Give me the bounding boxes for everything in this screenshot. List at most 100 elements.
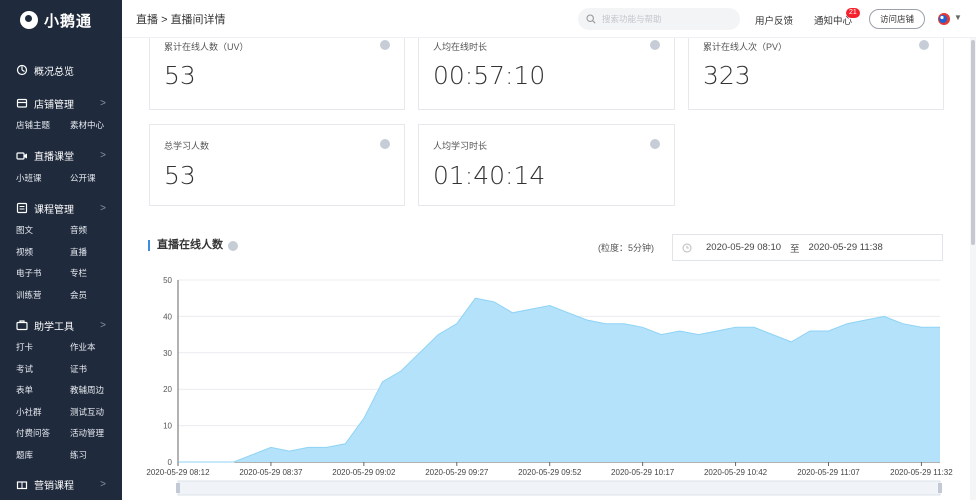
submenu-shop: 店铺主题 素材中心 (0, 115, 122, 137)
info-icon[interactable] (380, 139, 390, 149)
y-tick-label: 50 (163, 276, 172, 285)
search-input[interactable] (602, 14, 722, 24)
gift-icon (16, 478, 28, 490)
x-tick-label: 2020-05-29 09:52 (518, 468, 582, 477)
x-tick-label: 2020-05-29 08:12 (146, 468, 210, 477)
sidebar-item-overview[interactable]: 概况总览 (0, 58, 122, 82)
vertical-scrollbar[interactable] (970, 38, 976, 500)
y-tick-label: 0 (168, 458, 173, 467)
video-icon (16, 150, 28, 162)
chart-title: 直播在线人数 (148, 240, 223, 251)
chevron-right-icon: > (100, 202, 106, 214)
shop-icon (16, 97, 28, 109)
y-tick-label: 20 (163, 385, 172, 394)
submenu-item[interactable]: 会员 (70, 285, 122, 307)
list-icon (16, 202, 28, 214)
x-tick-label: 2020-05-29 09:27 (425, 468, 489, 477)
logo-icon (20, 11, 38, 29)
submenu-item[interactable]: 测试互动 (70, 402, 122, 424)
y-tick-label: 40 (163, 312, 172, 321)
submenu-item[interactable]: 电子书 (16, 263, 70, 285)
date-start[interactable]: 2020-05-29 08:10 (706, 242, 781, 253)
submenu-item[interactable]: 小班课 (16, 168, 70, 190)
submenu-item[interactable]: 活动管理 (70, 423, 122, 445)
chevron-right-icon: > (100, 150, 106, 161)
breadcrumb-root[interactable]: 直播 (136, 14, 158, 26)
search-box[interactable] (578, 8, 740, 30)
avatar[interactable] (937, 12, 951, 26)
submenu-item[interactable]: 直播 (70, 242, 122, 264)
submenu-item[interactable]: 公开课 (70, 168, 122, 190)
submenu-item[interactable]: 打卡 (16, 337, 70, 359)
sidebar: 小鹅通 概况总览 店铺管理 > 店铺主题 素材中心 直播课堂 > 小班课 公开课… (0, 0, 122, 500)
date-separator: 至 (790, 243, 800, 255)
stat-card-avg-online: 人均在线时长 00:57:10 (418, 38, 675, 110)
submenu-item[interactable]: 小社群 (16, 402, 70, 424)
stat-value: 53 (164, 161, 196, 190)
feedback-link[interactable]: 用户反馈 (755, 13, 793, 27)
info-icon[interactable] (650, 40, 660, 50)
online-users-chart: 0 10 20 30 40 50 2020-05-29 08:12 2020-05-29 08… (146, 276, 953, 496)
date-range-picker[interactable]: 2020-05-29 08:10 至 2020-05-29 11:38 (672, 234, 943, 261)
stat-card-uv: 累计在线人数（UV） 53 (149, 38, 405, 110)
submenu-item[interactable]: 音频 (70, 220, 122, 242)
info-icon[interactable] (380, 40, 390, 50)
dashboard-icon (16, 64, 28, 76)
submenu-item[interactable]: 证书 (70, 359, 122, 381)
app-name: 小鹅通 (44, 12, 93, 30)
submenu-item[interactable]: 素材中心 (70, 115, 122, 137)
stat-label: 人均学习时长 (433, 141, 488, 151)
toolbox-icon (16, 319, 28, 331)
stat-value: 00:57:10 (433, 61, 546, 90)
date-end[interactable]: 2020-05-29 11:38 (809, 242, 883, 253)
submenu-course: 图文 音频 视频 直播 电子书 专栏 训练营 会员 (0, 220, 122, 306)
stat-label: 总学习人数 (164, 141, 210, 151)
x-tick-label: 2020-05-29 11:07 (797, 468, 860, 477)
submenu-item[interactable]: 题库 (16, 445, 70, 467)
granularity-label: (粒度：5分钟) (598, 243, 654, 253)
y-tick-label: 10 (163, 422, 172, 431)
stat-card-avg-learning: 人均学习时长 01:40:14 (418, 124, 675, 206)
stat-label: 累计在线人数（UV） (164, 42, 249, 52)
notification-badge: 21 (846, 8, 860, 18)
info-icon[interactable] (919, 40, 929, 50)
x-tick-label: 2020-05-29 11:32 (890, 468, 953, 477)
x-tick-label: 2020-05-29 09:02 (332, 468, 396, 477)
sidebar-item-label: 助学工具 (34, 321, 74, 333)
submenu-item[interactable]: 店铺主题 (16, 115, 70, 137)
chevron-right-icon: > (100, 97, 106, 109)
submenu-item[interactable]: 教辅周边 (70, 380, 122, 402)
sidebar-item-live[interactable]: 直播课堂 > (0, 144, 122, 168)
submenu-item[interactable]: 作业本 (70, 337, 122, 359)
submenu-item[interactable]: 考试 (16, 359, 70, 381)
submenu-item[interactable]: 视频 (16, 242, 70, 264)
chevron-down-icon[interactable]: ▼ (954, 13, 962, 22)
visit-store-button[interactable]: 访问店铺 (869, 9, 925, 29)
submenu-item[interactable]: 专栏 (70, 263, 122, 285)
stat-value: 53 (164, 61, 196, 90)
scrollbar-thumb[interactable] (971, 40, 975, 245)
sidebar-item-course[interactable]: 课程管理 > (0, 196, 122, 220)
sidebar-item-shop[interactable]: 店铺管理 > (0, 91, 122, 115)
submenu-item[interactable]: 表单 (16, 380, 70, 402)
sidebar-item-marketing[interactable]: 营销课程 > (0, 472, 122, 496)
logo[interactable]: 小鹅通 (0, 0, 122, 40)
info-icon[interactable] (228, 241, 238, 251)
stat-value: 01:40:14 (433, 161, 546, 190)
submenu-item[interactable]: 付费问答 (16, 423, 70, 445)
submenu-item[interactable]: 图文 (16, 220, 70, 242)
sidebar-item-label: 店铺管理 (34, 99, 74, 111)
info-icon[interactable] (650, 139, 660, 149)
sidebar-item-label: 营销课程 (34, 480, 74, 492)
submenu-item[interactable]: 训练营 (16, 285, 70, 307)
series-area (178, 298, 940, 462)
submenu-live: 小班课 公开课 (0, 168, 122, 190)
main-content: 累计在线人数（UV） 53 人均在线时长 00:57:10 累计在线人次（PV）… (122, 38, 970, 500)
submenu-tools: 打卡 作业本 考试 证书 表单 教辅周边 小社群 测试互动 付费问答 活动管理 … (0, 337, 122, 466)
sidebar-item-tools[interactable]: 助学工具 > (0, 313, 122, 337)
x-tick-label: 2020-05-29 10:17 (611, 468, 675, 477)
submenu-item[interactable]: 练习 (70, 445, 122, 467)
stat-value: 323 (703, 61, 751, 90)
y-tick-label: 30 (163, 349, 172, 358)
breadcrumb: 直播 > 直播间详情 (136, 11, 226, 27)
